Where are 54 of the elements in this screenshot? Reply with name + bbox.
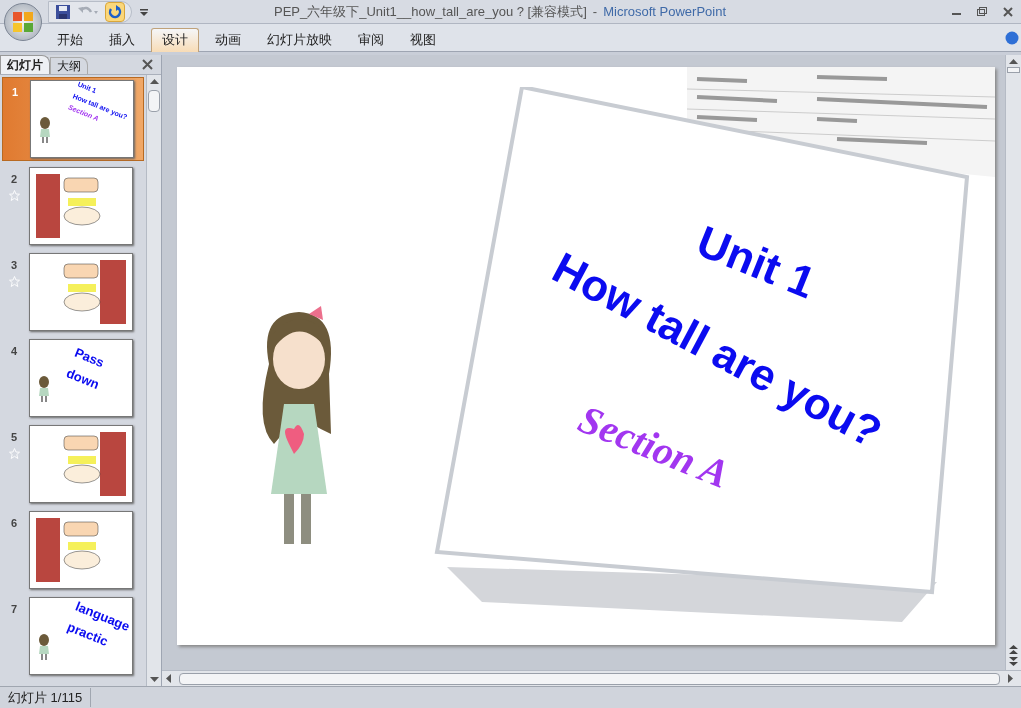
slide-number: 2	[10, 172, 18, 187]
vertical-scrollbar[interactable]	[1005, 55, 1021, 670]
horizontal-scrollbar[interactable]	[162, 670, 1021, 686]
scrollbar-thumb[interactable]	[179, 672, 1000, 685]
girl-drawing	[39, 117, 51, 143]
slide-counter: 幻灯片 1/115	[0, 687, 92, 708]
slide-thumbnail-row[interactable]: 4 Pass down	[2, 337, 144, 419]
next-slide-icon[interactable]	[1009, 657, 1018, 666]
app-title: Microsoft PowerPoint	[603, 2, 726, 21]
girl-drawing	[38, 376, 50, 402]
ribbon-tab[interactable]: 视图	[400, 27, 446, 52]
pane-tab[interactable]: 大纲	[50, 57, 88, 74]
close-pane-icon[interactable]	[142, 59, 153, 70]
pane-tab[interactable]: 幻灯片	[0, 55, 50, 74]
redo-button[interactable]	[105, 1, 125, 22]
ribbon-tab[interactable]: 审阅	[348, 27, 394, 52]
scroll-up-icon[interactable]	[149, 79, 159, 84]
slide-thumbnail-row[interactable]: 5	[2, 423, 144, 505]
ribbon-tab[interactable]: 插入	[99, 27, 145, 52]
slide-thumbnail-row[interactable]: 2	[2, 165, 144, 247]
slide-number: 4	[10, 344, 18, 359]
ribbon-tab[interactable]: 设计	[151, 27, 199, 52]
slide-thumbnail-row[interactable]: 6	[2, 509, 144, 591]
ribbon-tab[interactable]: 动画	[205, 27, 251, 52]
scroll-up-icon[interactable]	[1009, 59, 1018, 64]
girl-drawing	[38, 634, 50, 660]
slide-number: 1	[11, 85, 19, 100]
repeat-icon	[108, 4, 122, 19]
slide-number: 6	[10, 516, 18, 531]
customize-dropdown-icon[interactable]	[140, 7, 148, 16]
previous-slide-icon[interactable]	[1009, 645, 1018, 654]
slide-number: 5	[10, 430, 18, 445]
title-separator: -	[592, 2, 598, 21]
slide-subtitle: Section A	[571, 395, 737, 499]
slide-number: 7	[10, 602, 18, 617]
restore-icon[interactable]	[977, 7, 987, 16]
help-icon[interactable]	[1005, 30, 1019, 45]
slide-thumbnail-row[interactable]: 3	[2, 251, 144, 333]
close-icon[interactable]	[1003, 6, 1013, 17]
scroll-left-icon[interactable]	[166, 674, 171, 683]
document-title: PEP_六年级下_Unit1__how_tall_are_you ? [兼容模式]	[273, 2, 587, 21]
scrollbar-thumb[interactable]	[148, 90, 160, 112]
ribbon-tab[interactable]: 开始	[47, 27, 93, 52]
office-button[interactable]	[4, 3, 42, 41]
scrollbar-thumb[interactable]	[1007, 67, 1020, 73]
office-logo-icon	[12, 11, 34, 33]
slide-number: 3	[10, 258, 18, 273]
ribbon-tab[interactable]: 幻灯片放映	[257, 27, 342, 52]
thumbnail-text: Pass	[72, 344, 108, 371]
save-icon[interactable]	[55, 3, 71, 20]
vertical-scrollbar[interactable]	[146, 75, 161, 686]
scroll-right-icon[interactable]	[1008, 674, 1013, 683]
scroll-down-icon[interactable]	[149, 677, 159, 682]
slide-heading: Unit 1	[690, 214, 824, 308]
